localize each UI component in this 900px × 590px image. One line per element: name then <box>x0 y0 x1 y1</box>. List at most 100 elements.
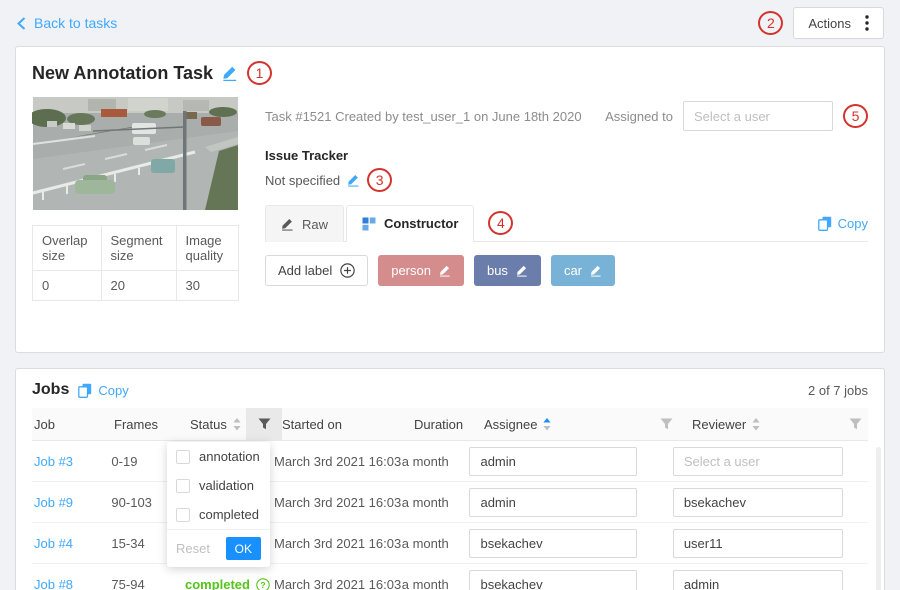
actions-button-label: Actions <box>808 16 851 31</box>
callout-2: 2 <box>758 11 783 35</box>
label-chip-person[interactable]: person <box>378 255 464 286</box>
task-preview-image <box>32 97 239 210</box>
label-chip-bus-name: bus <box>487 263 508 278</box>
job-link[interactable]: Job #8 <box>34 577 73 590</box>
back-to-tasks-label: Back to tasks <box>34 15 117 31</box>
table-row: Job #9 90-103 March 3rd 2021 16:03 a mon… <box>32 482 868 523</box>
filter-option-validation[interactable]: validation <box>167 471 270 500</box>
column-frames: Frames <box>114 408 190 440</box>
sort-carets-icon[interactable] <box>752 418 760 431</box>
edit-issue-tracker-icon[interactable] <box>347 173 360 187</box>
chevron-left-icon <box>16 17 27 30</box>
tab-constructor-label: Constructor <box>384 216 458 231</box>
filter-option-completed[interactable]: completed <box>167 500 270 529</box>
status-filter-button[interactable] <box>246 408 282 440</box>
jobs-table-header: Job Frames Status Started on Duration As… <box>32 408 868 441</box>
issue-tracker-label: Issue Tracker <box>265 148 868 163</box>
copy-icon <box>818 216 832 231</box>
assigned-to-label: Assigned to <box>605 109 673 124</box>
callout-3: 3 <box>367 168 392 192</box>
assignee-input[interactable] <box>469 529 637 558</box>
tab-constructor[interactable]: Constructor <box>346 205 474 242</box>
job-frames: 75-94 <box>111 577 185 590</box>
job-duration: a month <box>402 454 470 469</box>
job-link[interactable]: Job #9 <box>34 495 73 510</box>
copy-labels-link[interactable]: Copy <box>818 216 868 231</box>
assignee-input[interactable] <box>469 447 637 476</box>
job-link[interactable]: Job #4 <box>34 536 73 551</box>
column-reviewer[interactable]: Reviewer <box>676 408 842 440</box>
labels-editor: Raw Constructor 4 Copy <box>265 205 868 334</box>
column-assignee[interactable]: Assignee <box>484 408 656 440</box>
label-chip-bus[interactable]: bus <box>474 255 541 286</box>
param-value-overlap: 0 <box>33 271 102 301</box>
assignee-filter-button[interactable] <box>656 418 676 430</box>
checkbox-completed[interactable] <box>176 508 190 522</box>
plus-circle-icon <box>340 263 355 278</box>
reviewer-input[interactable] <box>673 447 843 476</box>
table-row: Job #3 0-19 March 3rd 2021 16:03 a month <box>32 441 868 482</box>
callout-4: 4 <box>488 211 513 235</box>
assignee-input[interactable] <box>469 488 637 517</box>
job-link[interactable]: Job #3 <box>34 454 73 469</box>
jobs-count: 2 of 7 jobs <box>808 383 868 398</box>
checkbox-validation[interactable] <box>176 479 190 493</box>
label-chip-car[interactable]: car <box>551 255 615 286</box>
copy-labels-label: Copy <box>838 216 868 231</box>
tab-raw-label: Raw <box>302 217 328 232</box>
param-header-overlap: Overlap size <box>33 226 102 271</box>
job-duration: a month <box>402 577 470 590</box>
blocks-icon <box>362 217 376 231</box>
sort-carets-icon-active-asc[interactable] <box>543 418 551 431</box>
reviewer-input[interactable] <box>673 570 843 590</box>
copy-icon <box>78 383 92 398</box>
param-header-quality: Image quality <box>176 226 238 271</box>
reviewer-input[interactable] <box>673 488 843 517</box>
task-details-card: New Annotation Task 1 <box>15 46 885 353</box>
edit-label-icon[interactable] <box>590 264 602 277</box>
add-label-button[interactable]: Add label <box>265 255 368 286</box>
column-status[interactable]: Status <box>190 408 246 440</box>
actions-button[interactable]: Actions <box>793 7 884 39</box>
jobs-table: Job Frames Status Started on Duration As… <box>32 408 868 590</box>
assigned-to-input[interactable] <box>683 101 833 131</box>
checkbox-annotation[interactable] <box>176 450 190 464</box>
question-circle-icon[interactable]: ? <box>256 578 270 590</box>
issue-tracker-value: Not specified <box>265 173 340 188</box>
job-duration: a month <box>402 536 470 551</box>
tab-raw[interactable]: Raw <box>265 205 344 242</box>
assignee-input[interactable] <box>469 570 637 590</box>
edit-label-icon[interactable] <box>516 264 528 277</box>
column-started-on: Started on <box>282 408 414 440</box>
job-started-on: March 3rd 2021 16:03 <box>274 454 402 469</box>
copy-jobs-link[interactable]: Copy <box>78 383 128 398</box>
job-status: completed ? <box>185 577 274 590</box>
status-filter-dropdown: annotation validation completed Reset OK <box>167 442 270 567</box>
filter-ok-button[interactable]: OK <box>226 537 261 560</box>
callout-5: 5 <box>843 104 868 128</box>
filter-option-annotation[interactable]: annotation <box>167 442 270 471</box>
filter-reset-button[interactable]: Reset <box>176 541 210 556</box>
param-header-segment: Segment size <box>101 226 176 271</box>
reviewer-filter-button[interactable] <box>842 418 868 430</box>
sort-carets-icon[interactable] <box>233 418 241 431</box>
table-row: Job #8 75-94 completed ? March 3rd 2021 … <box>32 564 868 590</box>
reviewer-input[interactable] <box>673 529 843 558</box>
svg-text:?: ? <box>260 580 265 590</box>
job-started-on: March 3rd 2021 16:03 <box>274 495 402 510</box>
job-started-on: March 3rd 2021 16:03 <box>274 577 402 590</box>
column-job[interactable]: Job <box>32 408 114 440</box>
add-label-button-text: Add label <box>278 263 332 278</box>
back-to-tasks-link[interactable]: Back to tasks <box>16 15 117 31</box>
edit-title-icon[interactable] <box>222 65 238 81</box>
column-duration: Duration <box>414 408 484 440</box>
task-title: New Annotation Task <box>32 63 213 84</box>
task-meta-text: Task #1521 Created by test_user_1 on Jun… <box>265 109 582 124</box>
table-scrollbar[interactable] <box>876 447 881 590</box>
jobs-card: Jobs Copy 2 of 7 jobs Job Frames Status … <box>15 368 885 590</box>
label-chip-car-name: car <box>564 263 582 278</box>
job-started-on: March 3rd 2021 16:03 <box>274 536 402 551</box>
edit-label-icon[interactable] <box>439 264 451 277</box>
callout-1: 1 <box>247 61 272 85</box>
jobs-title: Jobs <box>32 381 69 399</box>
